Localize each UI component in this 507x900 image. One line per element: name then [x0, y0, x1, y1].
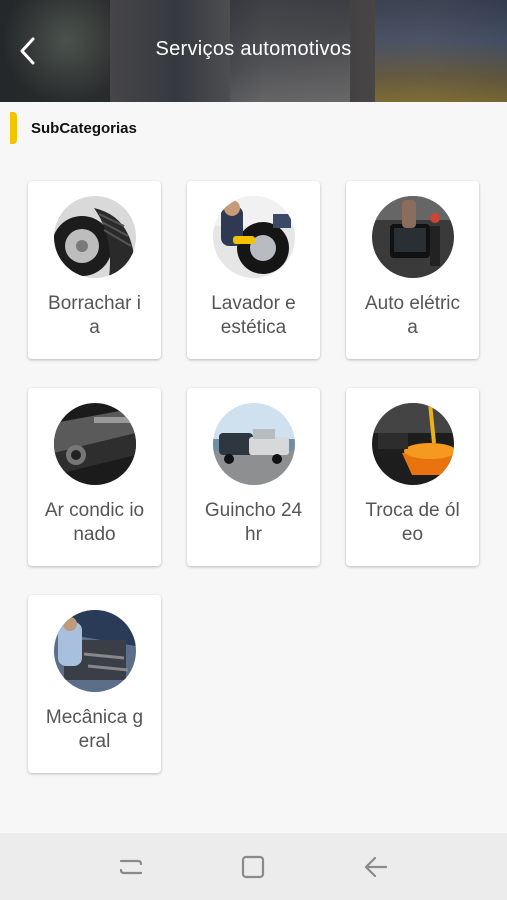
app-header: Serviços automotivos	[0, 0, 507, 102]
subcategory-card-troca-de-oleo[interactable]: Troca de óleo	[346, 388, 479, 566]
page-title: Serviços automotivos	[155, 38, 352, 60]
section-header: SubCategorias	[0, 110, 507, 146]
section-title: SubCategorias	[31, 119, 137, 137]
car-wash-image	[212, 196, 295, 278]
recents-button[interactable]	[109, 845, 153, 889]
subcategory-label: Lavador e estética	[211, 293, 296, 338]
subcategory-card-ar-condicionado[interactable]: Ar condic ionado	[28, 388, 161, 566]
subcategory-label: Borrachar ia	[48, 293, 141, 338]
subcategory-label: Guincho 24hr	[204, 500, 303, 545]
recents-icon	[120, 859, 143, 874]
subcategory-card-borracharia[interactable]: Borrachar ia	[28, 181, 161, 359]
subcategory-grid: Borrachar ia Lavador e estética Auto elé…	[28, 181, 480, 773]
auto-electric-image	[371, 196, 454, 278]
subcategory-card-auto-eletrica[interactable]: Auto elétrica	[346, 181, 479, 359]
home-button[interactable]	[231, 845, 275, 889]
general-mechanics-image	[53, 610, 136, 692]
section-accent-bar	[10, 112, 17, 144]
system-navigation-bar	[0, 833, 507, 900]
home-icon	[242, 855, 265, 878]
back-icon	[364, 856, 387, 877]
air-conditioning-image	[53, 403, 136, 485]
subcategory-label: Mecânica geral	[45, 707, 144, 752]
tow-truck-image	[212, 403, 295, 485]
oil-change-image	[371, 403, 454, 485]
subcategory-card-mecanica-geral[interactable]: Mecânica geral	[28, 595, 161, 773]
subcategory-label: Auto elétrica	[364, 293, 461, 338]
subcategory-card-lavador[interactable]: Lavador e estética	[187, 181, 320, 359]
tire-image	[53, 196, 136, 278]
subcategory-card-guincho[interactable]: Guincho 24hr	[187, 388, 320, 566]
subcategory-label: Troca de óleo	[365, 500, 460, 545]
subcategory-label: Ar condic ionado	[44, 500, 145, 545]
system-back-button[interactable]	[354, 845, 398, 889]
